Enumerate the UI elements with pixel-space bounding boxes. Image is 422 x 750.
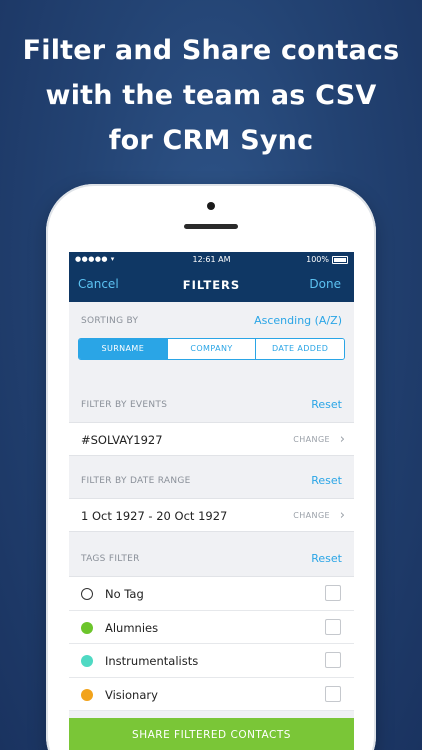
segment-surname[interactable]: SURNAME <box>79 339 167 359</box>
chevron-right-icon: › <box>339 508 345 523</box>
chevron-right-icon: › <box>339 432 345 447</box>
daterange-change-label: CHANGE <box>293 511 330 520</box>
battery-icon <box>332 255 348 264</box>
daterange-reset-button[interactable]: Reset <box>311 474 342 487</box>
sorting-label: SORTING BY <box>81 316 139 326</box>
tags-reset-button[interactable]: Reset <box>311 552 342 565</box>
headline-line-3: for CRM Sync <box>108 125 314 156</box>
daterange-filter-row[interactable]: 1 Oct 1927 - 20 Oct 1927 CHANGE › <box>69 498 354 532</box>
event-value: #SOLVAY1927 <box>81 433 163 447</box>
phone-speaker <box>184 224 238 229</box>
sorting-header: SORTING BY Ascending (A/Z) <box>69 302 354 338</box>
sort-order-toggle[interactable]: Ascending (A/Z) <box>254 314 342 327</box>
marketing-headline: Filter and Share contacs with the team a… <box>0 28 422 163</box>
tag-row-visionary[interactable]: Visionary <box>69 678 354 711</box>
tag-color-dot <box>81 655 93 667</box>
segment-company[interactable]: COMPANY <box>166 339 256 359</box>
sorting-section: SORTING BY Ascending (A/Z) SURNAME COMPA… <box>69 302 354 386</box>
tag-color-dot <box>81 688 93 701</box>
tags-label: TAGS FILTER <box>81 554 140 564</box>
done-button[interactable]: Done <box>309 277 341 291</box>
events-header: FILTER BY EVENTS Reset <box>69 386 354 422</box>
tag-color-dot <box>81 588 93 600</box>
sort-field-segmented-control: SURNAME COMPANY DATE ADDED <box>78 338 345 360</box>
event-change-label: CHANGE <box>293 435 330 444</box>
nav-bar: Cancel FILTERS Done <box>69 268 354 302</box>
battery-percent: 100% <box>306 255 329 264</box>
phone-camera <box>207 202 215 210</box>
tag-checkbox[interactable] <box>325 652 341 668</box>
status-bar: ●●●●● ▾ 12:61 AM 100% <box>69 252 354 268</box>
events-reset-button[interactable]: Reset <box>311 398 342 411</box>
daterange-value: 1 Oct 1927 - 20 Oct 1927 <box>81 509 228 523</box>
tag-checkbox[interactable] <box>325 618 341 635</box>
tags-header: TAGS FILTER Reset <box>69 532 354 576</box>
events-label: FILTER BY EVENTS <box>81 400 168 410</box>
tag-checkbox[interactable] <box>325 685 341 702</box>
tag-row-alumnies[interactable]: Alumnies <box>69 611 354 644</box>
tag-label: Alumnies <box>105 620 159 635</box>
tag-checkbox[interactable] <box>325 585 341 601</box>
tag-label: No Tag <box>105 587 144 601</box>
app-screen: ●●●●● ▾ 12:61 AM 100% Cancel FILTERS Don… <box>69 252 354 750</box>
tag-row-instrumentalists[interactable]: Instrumentalists <box>69 644 354 678</box>
segment-date-added[interactable]: DATE ADDED <box>255 339 344 359</box>
daterange-header: FILTER BY DATE RANGE Reset <box>69 456 354 498</box>
battery-indicator: 100% <box>306 255 348 264</box>
tag-label: Instrumentalists <box>105 654 199 668</box>
daterange-label: FILTER BY DATE RANGE <box>81 476 191 486</box>
tag-label: Visionary <box>105 687 158 702</box>
tag-row-no-tag[interactable]: No Tag <box>69 577 354 611</box>
headline-line-2: with the team as CSV <box>45 80 377 111</box>
tag-color-dot <box>81 621 93 634</box>
tags-list: No Tag Alumnies Instrumentalists Visiona… <box>69 576 354 711</box>
headline-line-1: Filter and Share contacs <box>22 35 400 66</box>
event-filter-row[interactable]: #SOLVAY1927 CHANGE › <box>69 422 354 456</box>
share-filtered-contacts-button[interactable]: SHARE FILTERED CONTACTS <box>69 718 354 750</box>
